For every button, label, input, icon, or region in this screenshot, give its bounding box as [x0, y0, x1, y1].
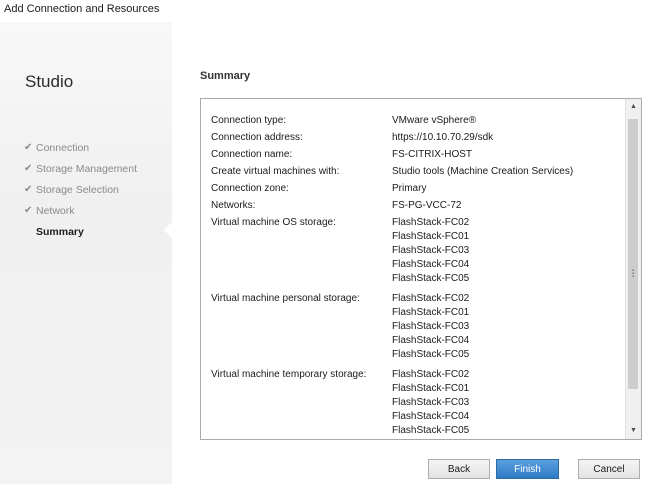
storage-item: FlashStack-FC04	[392, 411, 470, 422]
row-label: Connection address:	[211, 132, 303, 143]
check-icon: ✔	[24, 163, 33, 174]
summary-row-create-vms: Create virtual machines with: Studio too…	[211, 163, 621, 180]
check-icon: ✔	[24, 142, 33, 153]
step-network: ✔ Network	[24, 200, 137, 221]
step-label: Connection	[36, 141, 90, 154]
row-label: Virtual machine personal storage:	[211, 293, 360, 304]
summary-panel[interactable]: Connection type: VMware vSphere® Connect…	[200, 98, 642, 440]
row-value: FS-CITRIX-HOST	[392, 149, 472, 160]
grip-icon: ▪ ▪ ▪	[632, 268, 635, 280]
app-name: Studio	[25, 72, 74, 91]
row-value: Studio tools (Machine Creation Services)	[392, 166, 574, 177]
storage-item: FlashStack-FC02	[392, 293, 470, 304]
summary-row-connection-type: Connection type: VMware vSphere®	[211, 112, 621, 129]
storage-item: FlashStack-FC03	[392, 397, 470, 408]
storage-item: FlashStack-FC03	[392, 321, 470, 332]
storage-item: FlashStack-FC02	[392, 369, 470, 380]
wizard-steps: ✔ Connection ✔ Storage Management ✔ Stor…	[24, 137, 137, 242]
row-label: Connection name:	[211, 149, 293, 160]
step-connection: ✔ Connection	[24, 137, 137, 158]
storage-item: FlashStack-FC05	[392, 349, 470, 360]
row-label: Virtual machine temporary storage:	[211, 369, 367, 380]
active-step-pointer	[164, 222, 172, 238]
step-label: Storage Selection	[36, 183, 119, 196]
cancel-button[interactable]: Cancel	[578, 459, 640, 479]
summary-list: Connection type: VMware vSphere® Connect…	[211, 112, 621, 438]
step-label: Network	[36, 204, 75, 217]
summary-row-os-storage: Virtual machine OS storage: FlashStack-F…	[211, 216, 621, 286]
summary-row-connection-name: Connection name: FS-CITRIX-HOST	[211, 146, 621, 163]
storage-item: FlashStack-FC05	[392, 273, 470, 284]
storage-item: FlashStack-FC03	[392, 245, 470, 256]
storage-item: FlashStack-FC02	[392, 217, 470, 228]
row-values: FlashStack-FC02 FlashStack-FC01 FlashSta…	[392, 292, 469, 362]
title-bar: Add Connection and Resources	[0, 0, 645, 22]
row-value: VMware vSphere®	[392, 115, 477, 126]
row-value: https://10.10.70.29/sdk	[392, 132, 494, 143]
step-storage-selection: ✔ Storage Selection	[24, 179, 137, 200]
scroll-thumb[interactable]: ▪ ▪ ▪	[628, 119, 638, 389]
scroll-down-icon[interactable]: ▼	[626, 423, 641, 439]
page-title: Summary	[200, 70, 251, 82]
check-icon: ✔	[24, 205, 33, 216]
row-label: Create virtual machines with:	[211, 166, 340, 177]
summary-row-connection-address: Connection address: https://10.10.70.29/…	[211, 129, 621, 146]
row-label: Connection zone:	[211, 183, 289, 194]
storage-item: FlashStack-FC01	[392, 231, 470, 242]
row-label: Networks:	[211, 200, 256, 211]
summary-row-networks: Networks: FS-PG-VCC-72	[211, 197, 621, 214]
row-values: FlashStack-FC02 FlashStack-FC01 FlashSta…	[392, 216, 469, 286]
row-value: FS-PG-VCC-72	[392, 200, 462, 211]
window-title: Add Connection and Resources	[4, 3, 160, 15]
summary-row-temporary-storage: Virtual machine temporary storage: Flash…	[211, 368, 621, 438]
back-button[interactable]: Back	[428, 459, 490, 479]
step-storage-management: ✔ Storage Management	[24, 158, 137, 179]
storage-item: FlashStack-FC04	[392, 259, 470, 270]
scroll-up-icon[interactable]: ▲	[626, 99, 641, 115]
check-icon: ✔	[24, 184, 33, 195]
step-label: Storage Management	[36, 162, 137, 175]
finish-button[interactable]: Finish	[496, 459, 559, 479]
row-label: Virtual machine OS storage:	[211, 217, 336, 228]
vertical-scrollbar[interactable]: ▲ ▪ ▪ ▪ ▼	[625, 99, 641, 439]
row-value: Primary	[392, 183, 427, 194]
step-label: Summary	[36, 225, 84, 238]
summary-row-connection-zone: Connection zone: Primary	[211, 180, 621, 197]
step-summary: Summary	[24, 221, 137, 242]
row-values: FlashStack-FC02 FlashStack-FC01 FlashSta…	[392, 368, 469, 438]
storage-item: FlashStack-FC01	[392, 307, 470, 318]
row-label: Connection type:	[211, 115, 287, 126]
storage-item: FlashStack-FC05	[392, 425, 470, 436]
storage-item: FlashStack-FC01	[392, 383, 470, 394]
storage-item: FlashStack-FC04	[392, 335, 470, 346]
summary-row-personal-storage: Virtual machine personal storage: FlashS…	[211, 292, 621, 362]
